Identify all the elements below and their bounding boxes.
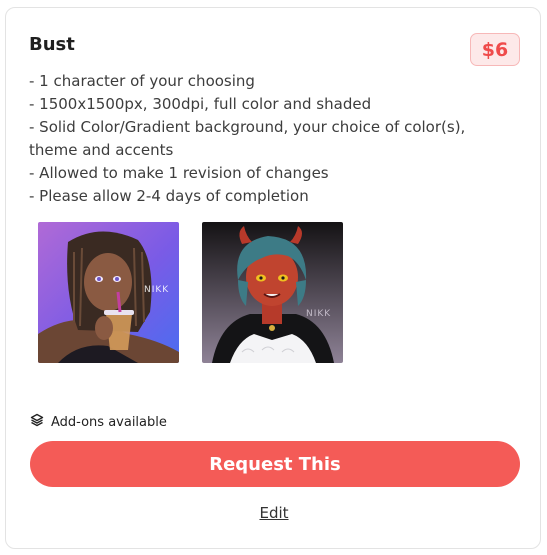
example-image-1-art: NIKK bbox=[38, 222, 179, 363]
example-image-2[interactable]: NIKK bbox=[202, 222, 343, 363]
description-line: - Please allow 2-4 days of completion bbox=[29, 187, 309, 205]
edit-link[interactable]: Edit bbox=[6, 504, 542, 522]
watermark-text: NIKK bbox=[306, 309, 331, 319]
example-image-1[interactable]: NIKK bbox=[38, 222, 179, 363]
watermark-text: NIKK bbox=[144, 285, 169, 295]
description-line: - 1500x1500px, 300dpi, full color and sh… bbox=[29, 95, 372, 113]
addons-info: Add-ons available bbox=[30, 413, 167, 431]
description-line: - Solid Color/Gradient background, your … bbox=[29, 118, 466, 159]
description-line: - Allowed to make 1 revision of changes bbox=[29, 164, 329, 182]
price-badge: $6 bbox=[470, 33, 520, 66]
service-description: - 1 character of your choosing - 1500x15… bbox=[29, 70, 509, 208]
service-card: Bust $6 - 1 character of your choosing -… bbox=[5, 7, 541, 549]
example-image-2-art: NIKK bbox=[202, 222, 343, 363]
request-button[interactable]: Request This bbox=[30, 441, 520, 487]
addons-label: Add-ons available bbox=[51, 414, 167, 430]
layers-icon bbox=[30, 413, 44, 431]
description-line: - 1 character of your choosing bbox=[29, 72, 255, 90]
service-title: Bust bbox=[29, 34, 75, 55]
